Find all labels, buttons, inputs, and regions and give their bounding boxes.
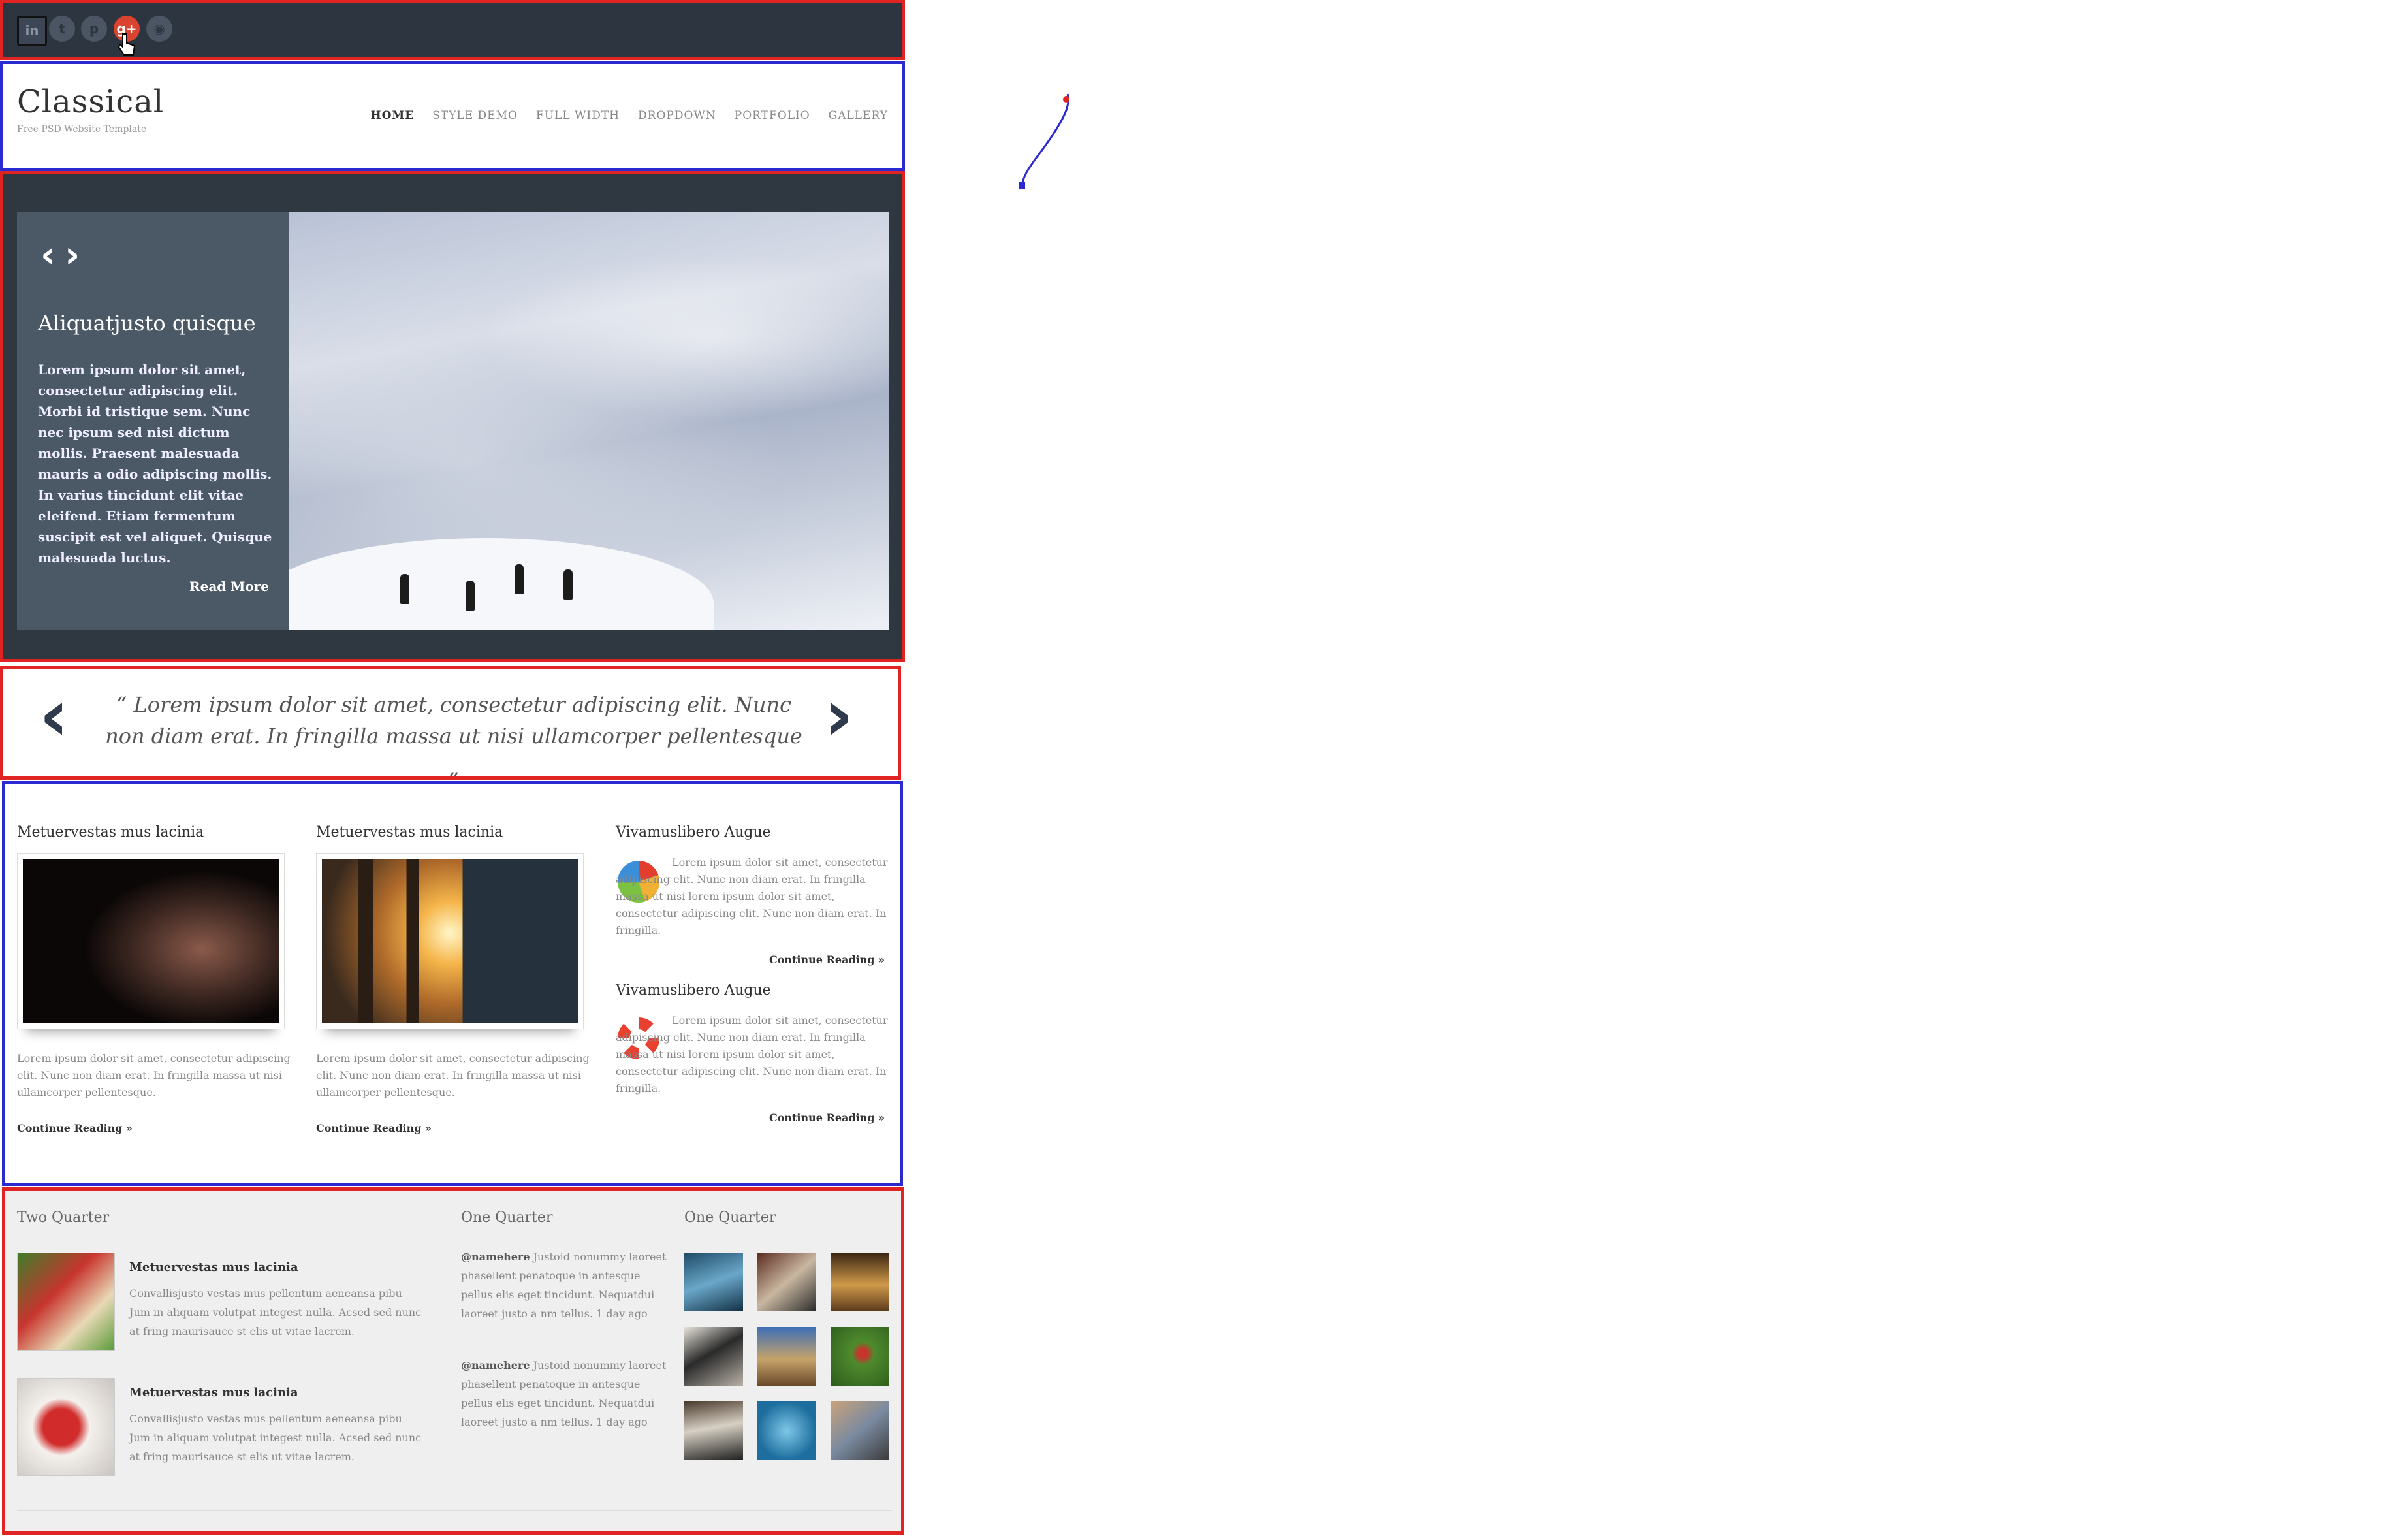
main-nav: HOME STYLE DEMO FULL WIDTH DROPDOWN PORT… — [371, 109, 888, 122]
gallery-thumb[interactable] — [684, 1253, 743, 1311]
gallery-thumb[interactable] — [831, 1401, 889, 1460]
column-text: Lorem ipsum dolor sit amet, consectetur … — [316, 1052, 590, 1098]
twitter-icon[interactable]: t — [49, 16, 75, 42]
pinterest-icon[interactable]: p — [81, 16, 107, 42]
tweet-time: 1 day ago — [596, 1307, 648, 1320]
nav-item-style-demo[interactable]: STYLE DEMO — [432, 109, 518, 122]
read-more-link[interactable]: Read More — [189, 579, 269, 594]
footer-divider — [17, 1510, 892, 1511]
annotation-scribble — [1019, 93, 1069, 189]
continue-reading-link[interactable]: Continue Reading » — [769, 953, 885, 966]
linkedin-icon[interactable]: in — [17, 16, 47, 46]
rss-icon[interactable]: ◉ — [146, 16, 172, 42]
nav-item-dropdown[interactable]: DROPDOWN — [638, 109, 716, 122]
hand-cursor-icon — [118, 33, 136, 56]
tweet: @namehere Justoid nonummy laoreet phasel… — [461, 1247, 670, 1323]
slide-text: Lorem ipsum dolor sit amet, consectetur … — [38, 362, 272, 566]
column-title[interactable]: Metuervestas mus lacinia — [316, 824, 503, 840]
footer-post-text: Convallisjusto vestas mus pellentum aene… — [129, 1413, 422, 1463]
column-image[interactable] — [316, 853, 584, 1029]
side-post-title[interactable]: Vivamuslibero Augue — [616, 824, 771, 840]
site-logo[interactable]: Classical — [17, 84, 164, 120]
gallery-thumb[interactable] — [831, 1327, 889, 1386]
nav-item-portfolio[interactable]: PORTFOLIO — [735, 109, 810, 122]
side-post-text: Lorem ipsum dolor sit amet, consectetur … — [616, 856, 888, 936]
tweet-handle[interactable]: @namehere — [461, 1359, 530, 1371]
continue-reading-link[interactable]: Continue Reading » — [17, 1122, 133, 1134]
continue-reading-link[interactable]: Continue Reading » — [316, 1122, 432, 1134]
footer-post-title[interactable]: Metuervestas mus lacinia — [129, 1386, 298, 1400]
continue-reading-link[interactable]: Continue Reading » — [769, 1112, 885, 1124]
tweet: @namehere Justoid nonummy laoreet phasel… — [461, 1356, 670, 1432]
gallery-thumb[interactable] — [831, 1253, 889, 1311]
side-post-title[interactable]: Vivamuslibero Augue — [616, 982, 771, 999]
gallery-thumb[interactable] — [684, 1327, 743, 1386]
quote-prev-arrow[interactable]: ‹ — [39, 679, 69, 751]
tweet-time: 1 day ago — [596, 1416, 648, 1428]
gallery-thumb[interactable] — [757, 1253, 816, 1311]
column-image[interactable] — [17, 853, 285, 1029]
footer-col-title: One Quarter — [461, 1209, 553, 1226]
column-text: Lorem ipsum dolor sit amet, consectetur … — [17, 1052, 291, 1098]
slide-title: Aliquatjusto quisque — [38, 311, 256, 336]
nav-item-gallery[interactable]: GALLERY — [829, 109, 888, 122]
testimonial-quote: “ Lorem ipsum dolor sit amet, consectetu… — [105, 692, 802, 780]
gallery-thumb[interactable] — [757, 1327, 816, 1386]
gallery-thumb[interactable] — [757, 1401, 816, 1460]
gallery-thumb[interactable] — [684, 1401, 743, 1460]
footer-post-image[interactable] — [17, 1378, 115, 1476]
footer-col-title: One Quarter — [684, 1209, 776, 1226]
nav-item-full-width[interactable]: FULL WIDTH — [536, 109, 620, 122]
site-tagline: Free PSD Website Template — [17, 124, 147, 135]
side-post-text: Lorem ipsum dolor sit amet, consectetur … — [616, 1014, 888, 1095]
nav-item-home[interactable]: HOME — [371, 109, 415, 122]
footer-post-title[interactable]: Metuervestas mus lacinia — [129, 1260, 298, 1274]
footer-post-image[interactable] — [17, 1253, 115, 1351]
column-title[interactable]: Metuervestas mus lacinia — [17, 824, 204, 840]
footer-col-title: Two Quarter — [17, 1209, 110, 1226]
slide-image — [289, 212, 889, 630]
slider-arrows[interactable]: ‹› — [40, 234, 89, 276]
footer-post-text: Convallisjusto vestas mus pellentum aene… — [129, 1287, 422, 1337]
tweet-handle[interactable]: @namehere — [461, 1251, 530, 1263]
quote-next-arrow[interactable]: › — [824, 679, 853, 751]
